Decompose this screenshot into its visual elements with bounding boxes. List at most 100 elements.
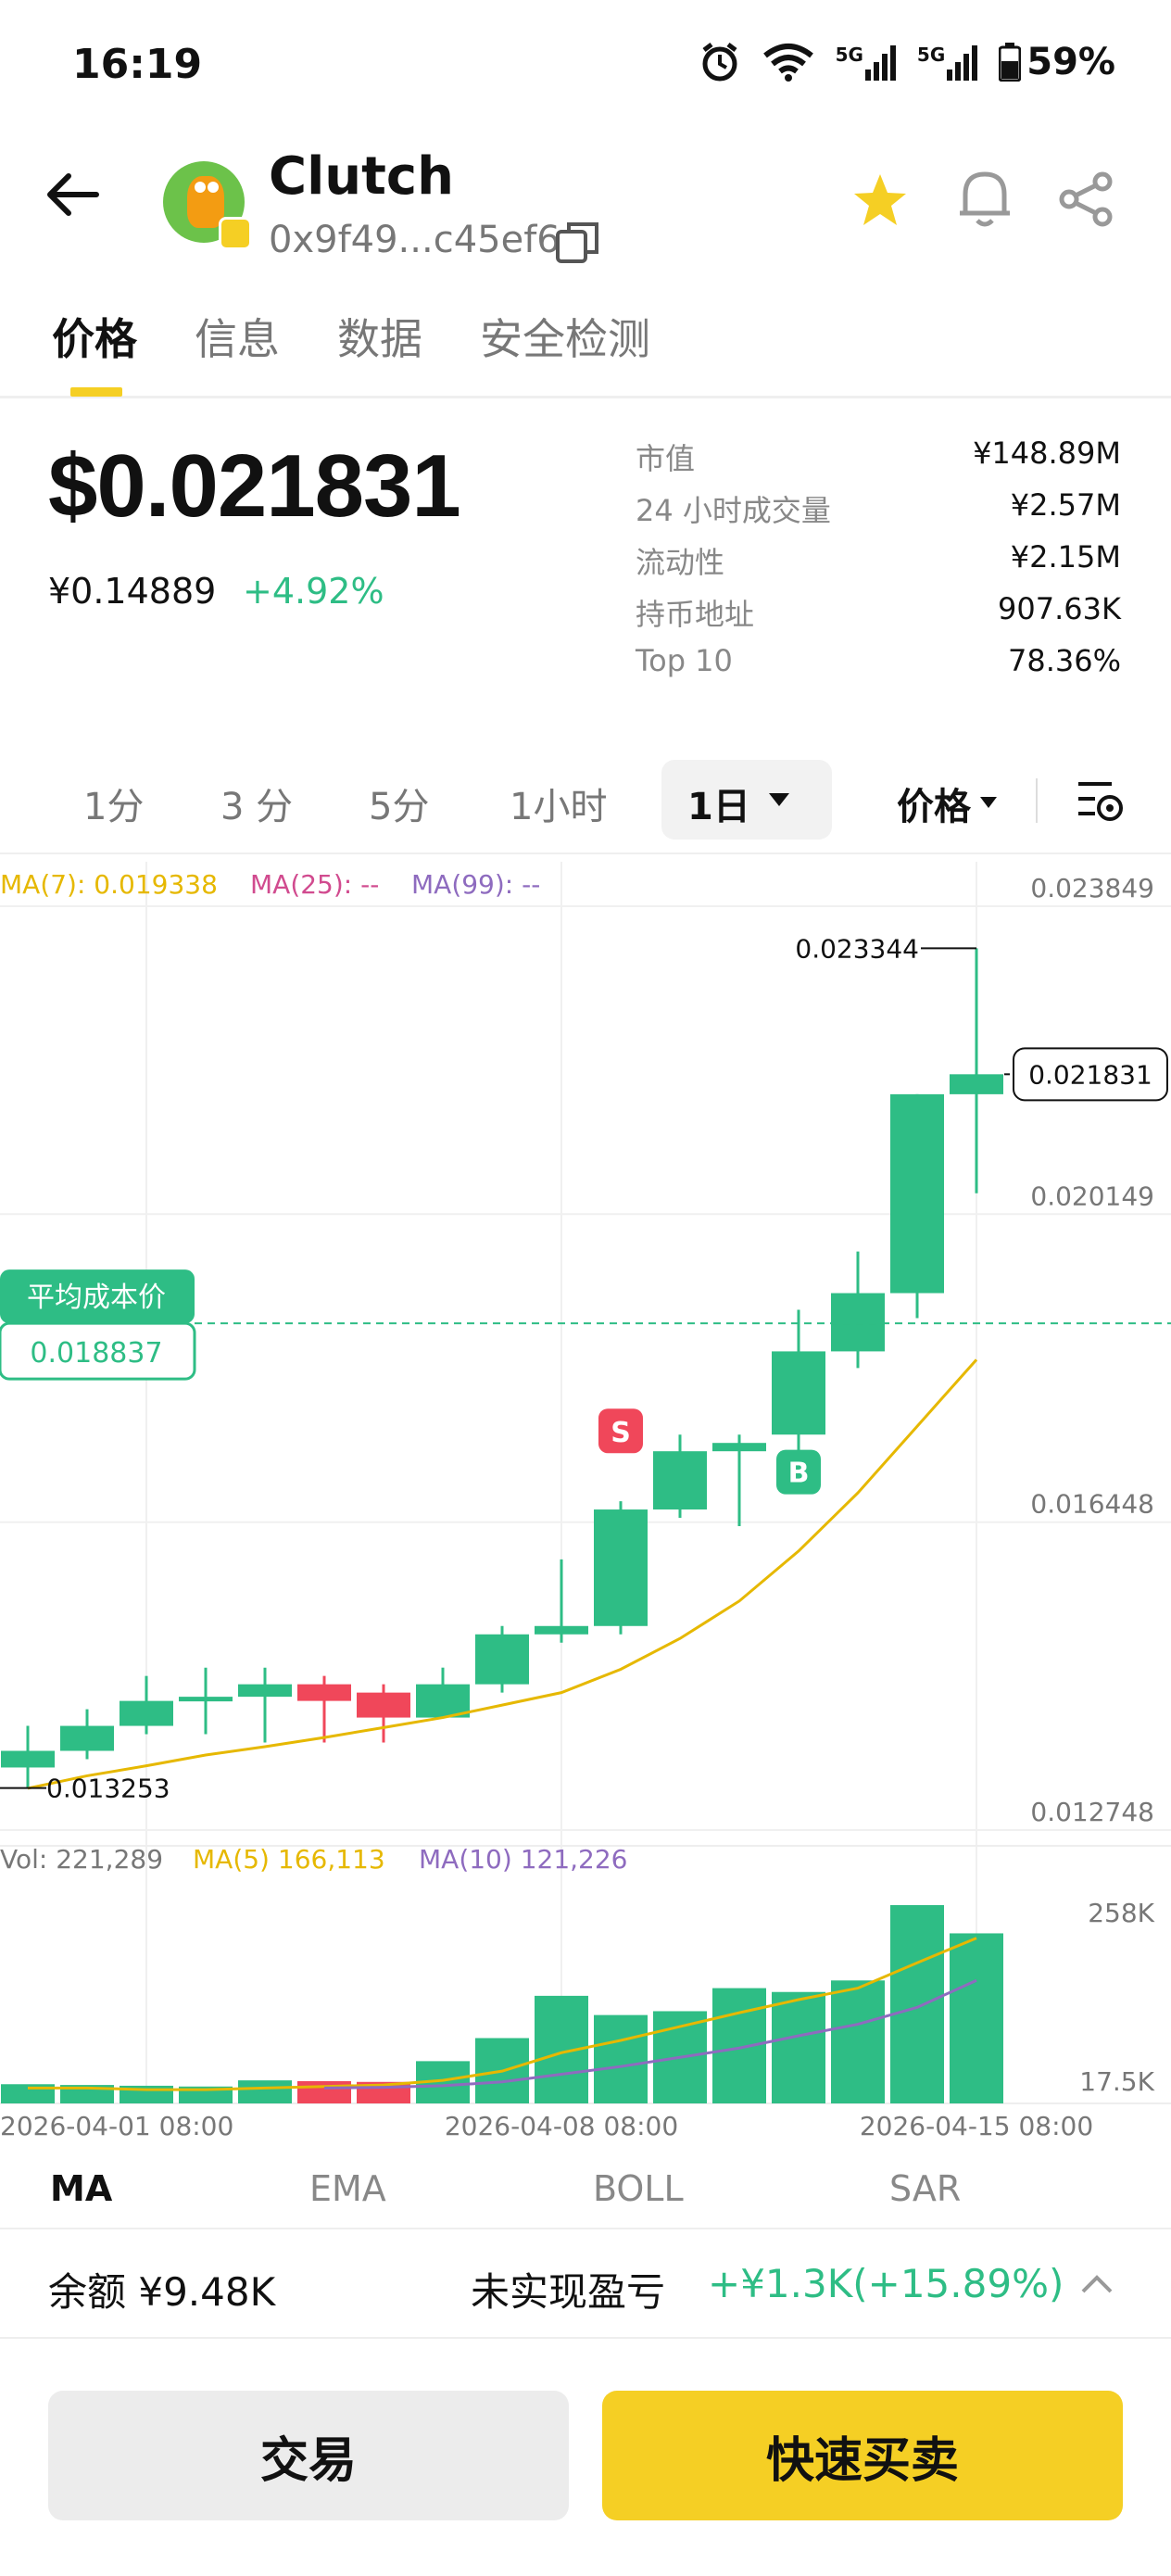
- alarm-icon: [702, 43, 737, 82]
- share-icon[interactable]: [1058, 170, 1115, 228]
- volume-bar: [831, 1980, 885, 2103]
- interval-1m[interactable]: 1分: [83, 777, 144, 830]
- ma99-legend: MA(99): --: [411, 869, 540, 900]
- volume-bar: [950, 1933, 1003, 2103]
- candle-body: [831, 1293, 885, 1352]
- ma25-legend: MA(25): --: [250, 869, 379, 900]
- status-bar: 16:19 5G 5G 59%: [0, 0, 1171, 130]
- token-header: Clutch 0x9f49...c45ef6: [0, 130, 1171, 269]
- pnl-label: 未实现盈亏: [471, 2269, 666, 2315]
- candle-body: [475, 1634, 529, 1685]
- trade-button[interactable]: 交易: [48, 2391, 569, 2520]
- stats-panel: 市值 ¥148.89M 24 小时成交量 ¥2.57M 流动性 ¥2.15M 持币地址…: [636, 436, 1121, 695]
- x-tick-label: 2026-04-08 08:00: [445, 2111, 678, 2140]
- stat-value: 78.36%: [1007, 643, 1121, 678]
- copy-icon[interactable]: [554, 219, 602, 267]
- interval-1h[interactable]: 1小时: [510, 777, 607, 830]
- ma7-legend: MA(7): 0.019338: [0, 869, 218, 900]
- chart-settings-icon[interactable]: [1075, 777, 1127, 825]
- interval-bar: 1分 3 分 5分 1小时 1日 价格: [0, 752, 1171, 854]
- y-tick-label: 0.023849: [1030, 873, 1154, 903]
- y-tick-label: 0.012748: [1030, 1797, 1154, 1827]
- interval-1d[interactable]: 1日: [687, 777, 750, 830]
- stat-label: Top 10: [636, 643, 733, 678]
- interval-5m[interactable]: 5分: [369, 777, 429, 830]
- tab-security[interactable]: 安全检测: [480, 306, 650, 367]
- battery-group: 59%: [999, 41, 1115, 83]
- candle-body: [950, 1074, 1003, 1094]
- signal-5g-icon-2: 5G: [917, 44, 978, 81]
- bell-icon[interactable]: [956, 167, 1014, 230]
- stat-label: 市值: [636, 441, 696, 476]
- high-label: 0.023344: [795, 933, 919, 964]
- status-time: 16:19: [72, 41, 203, 88]
- stat-value: ¥148.89M: [973, 436, 1121, 471]
- bottom-buttons: 交易 快速买卖: [0, 2391, 1171, 2530]
- low-label: 0.013253: [46, 1774, 170, 1804]
- indicator-tab-sar[interactable]: SAR: [889, 2168, 961, 2209]
- stat-label: 流动性: [636, 545, 725, 580]
- volume-bars: [1, 1905, 1003, 2103]
- star-icon[interactable]: [850, 170, 910, 230]
- stat-label: 持币地址: [636, 597, 755, 632]
- candle-body: [120, 1700, 173, 1726]
- candle-body: [297, 1684, 351, 1701]
- tab-active-indicator: [70, 387, 122, 397]
- chart-grid: 0.023849 0.020149 0.016448 0.012748: [0, 862, 1171, 2104]
- chart-type-select[interactable]: 价格: [897, 777, 971, 830]
- price-usd: $0.021831: [48, 436, 461, 536]
- signal-5g-icon: 5G: [836, 44, 897, 81]
- stat-row-top10: Top 10 78.36%: [636, 643, 1121, 695]
- volume-bar: [890, 1905, 944, 2103]
- interval-3m[interactable]: 3 分: [220, 777, 293, 830]
- balance-label: 余额 ¥9.48K: [48, 2269, 276, 2315]
- chain-badge-icon: [219, 217, 252, 250]
- current-price-label: 0.021831: [1028, 1059, 1152, 1090]
- vol-tick-label: 17.5K: [1079, 2066, 1154, 2097]
- tab-price[interactable]: 价格: [52, 306, 137, 367]
- stat-row-market-cap: 市值 ¥148.89M: [636, 436, 1121, 487]
- candle-body: [890, 1093, 944, 1294]
- stat-label: 24 小时成交量: [636, 493, 831, 528]
- caret-down-icon-2: [980, 797, 997, 808]
- volume-bar: [297, 2080, 351, 2103]
- stat-row-holders: 持币地址 907.63K: [636, 591, 1121, 643]
- chevron-up-icon[interactable]: [1080, 2274, 1114, 2294]
- candle-body: [1, 1750, 55, 1768]
- indicator-tab-ma[interactable]: MA: [50, 2168, 112, 2209]
- price-cny: ¥0.14889: [48, 571, 217, 612]
- candle-body: [772, 1351, 825, 1435]
- tab-info[interactable]: 信息: [195, 306, 280, 367]
- divider: [1036, 778, 1038, 823]
- candle-body: [535, 1625, 588, 1635]
- tab-data[interactable]: 数据: [337, 306, 422, 367]
- x-tick-label: 2026-04-01 08:00: [0, 2111, 233, 2140]
- volume-bar: [772, 1991, 825, 2103]
- vol-ma5-legend: MA(5) 166,113: [193, 1844, 385, 1875]
- volume-bar: [594, 2014, 648, 2103]
- candle-body: [60, 1725, 114, 1751]
- avg-cost-title: 平均成本价: [27, 1282, 166, 1314]
- quick-trade-button[interactable]: 快速买卖: [602, 2391, 1123, 2520]
- candle-body: [357, 1692, 410, 1718]
- buy-marker-label: B: [788, 1458, 810, 1490]
- candle-body: [653, 1451, 707, 1510]
- stat-value: 907.63K: [998, 591, 1121, 626]
- stat-row-liquidity: 流动性 ¥2.15M: [636, 539, 1121, 591]
- volume-bar: [238, 2080, 292, 2103]
- candle-body: [179, 1697, 233, 1702]
- y-tick-label: 0.016448: [1030, 1489, 1154, 1520]
- balance-bar[interactable]: 余额 ¥9.48K 未实现盈亏 +¥1.3K(+15.89%): [0, 2228, 1171, 2339]
- caret-down-icon: [769, 793, 789, 806]
- pnl-value: +¥1.3K(+15.89%): [708, 2261, 1064, 2306]
- top-tabs: 价格 信息 数据 安全检测: [0, 278, 1171, 398]
- sell-marker-label: S: [611, 1417, 631, 1449]
- vol-ma10-legend: MA(10) 121,226: [419, 1844, 627, 1875]
- indicator-tab-boll[interactable]: BOLL: [593, 2168, 684, 2209]
- indicator-tab-ema[interactable]: EMA: [309, 2168, 386, 2209]
- token-address: 0x9f49...c45ef6: [269, 219, 560, 261]
- battery-icon: [999, 43, 1022, 82]
- back-arrow-icon[interactable]: [43, 171, 100, 218]
- vol-tick-label: 258K: [1088, 1898, 1154, 1928]
- price-chart[interactable]: 0.023849 0.020149 0.016448 0.012748 MA(7): …: [0, 862, 1171, 2140]
